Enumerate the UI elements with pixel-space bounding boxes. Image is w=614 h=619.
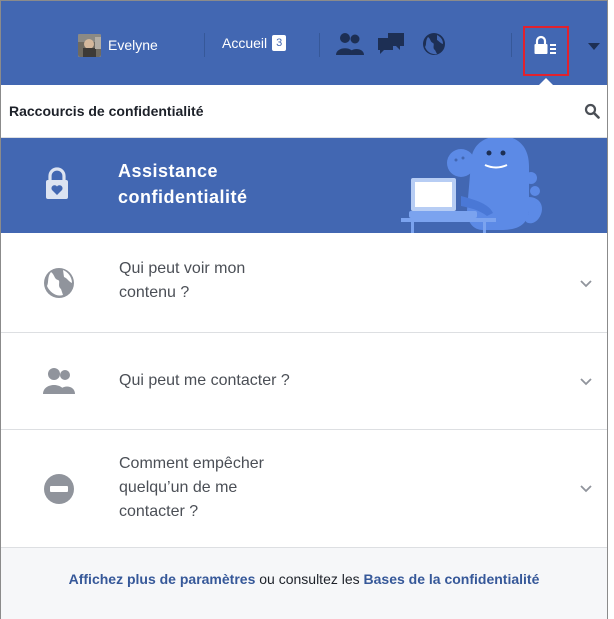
user-name: Evelyne [108,37,158,53]
list-item-label-line: Qui peut me contacter ? [119,372,290,389]
divider [511,33,512,57]
profile-link[interactable]: Evelyne [78,33,158,57]
privacy-checkup-banner[interactable]: Assistance confidentialité [1,138,607,233]
banner-title-line: Assistance [118,161,219,181]
list-item-block-contact[interactable]: Comment empêcher quelqu’un de me contact… [1,430,607,548]
list-item-label-line: contenu ? [119,284,190,301]
notifications-globe-icon[interactable] [419,31,449,57]
list-item-label-line: quelqu’un de me [119,479,238,496]
list-item-label: Comment empêcher quelqu’un de me contact… [119,452,419,524]
people-icon [43,368,75,394]
search-icon[interactable] [584,103,600,119]
list-item-label-line: Comment empêcher [119,455,264,472]
messages-icon[interactable] [376,31,406,57]
chevron-down-icon[interactable] [580,280,592,288]
banner-title-line: confidentialité [118,187,248,207]
more-settings-link[interactable]: Affichez plus de paramètres [69,571,256,587]
globe-icon [44,268,74,298]
top-navigation-bar: Evelyne Accueil 3 [1,1,607,86]
list-item-label: Qui peut voir mon contenu ? [119,257,419,305]
privacy-shortcuts-icon[interactable] [529,35,563,57]
friends-icon[interactable] [335,31,365,57]
list-item-label: Qui peut me contacter ? [119,369,419,393]
panel-footer: Affichez plus de paramètres ou consultez… [1,548,607,619]
home-badge: 3 [272,35,287,51]
panel-title: Raccourcis de confidentialité [9,103,204,119]
chevron-down-icon[interactable] [580,378,592,386]
window-frame-left [0,0,1,619]
list-item-label-line: contacter ? [119,503,199,520]
chevron-down-icon[interactable] [580,485,592,493]
account-menu-arrow-icon[interactable] [588,43,600,50]
panel-header: Raccourcis de confidentialité [1,85,607,138]
avatar [78,33,101,57]
block-icon [44,474,74,504]
home-label: Accueil [222,35,268,51]
list-item-who-can-contact[interactable]: Qui peut me contacter ? [1,333,607,430]
divider [204,33,205,57]
privacy-basics-link[interactable]: Bases de la confidentialité [364,571,540,587]
footer-text: ou consultez les [255,571,364,587]
window-frame-right [607,0,608,619]
list-item-who-can-see[interactable]: Qui peut voir mon contenu ? [1,234,607,333]
home-link[interactable]: Accueil 3 [222,35,287,51]
divider [319,33,320,57]
list-item-label-line: Qui peut voir mon [119,260,246,277]
lock-heart-icon [46,167,68,199]
privacy-dinosaur-illustration [401,138,542,233]
banner-title: Assistance confidentialité [118,158,308,210]
